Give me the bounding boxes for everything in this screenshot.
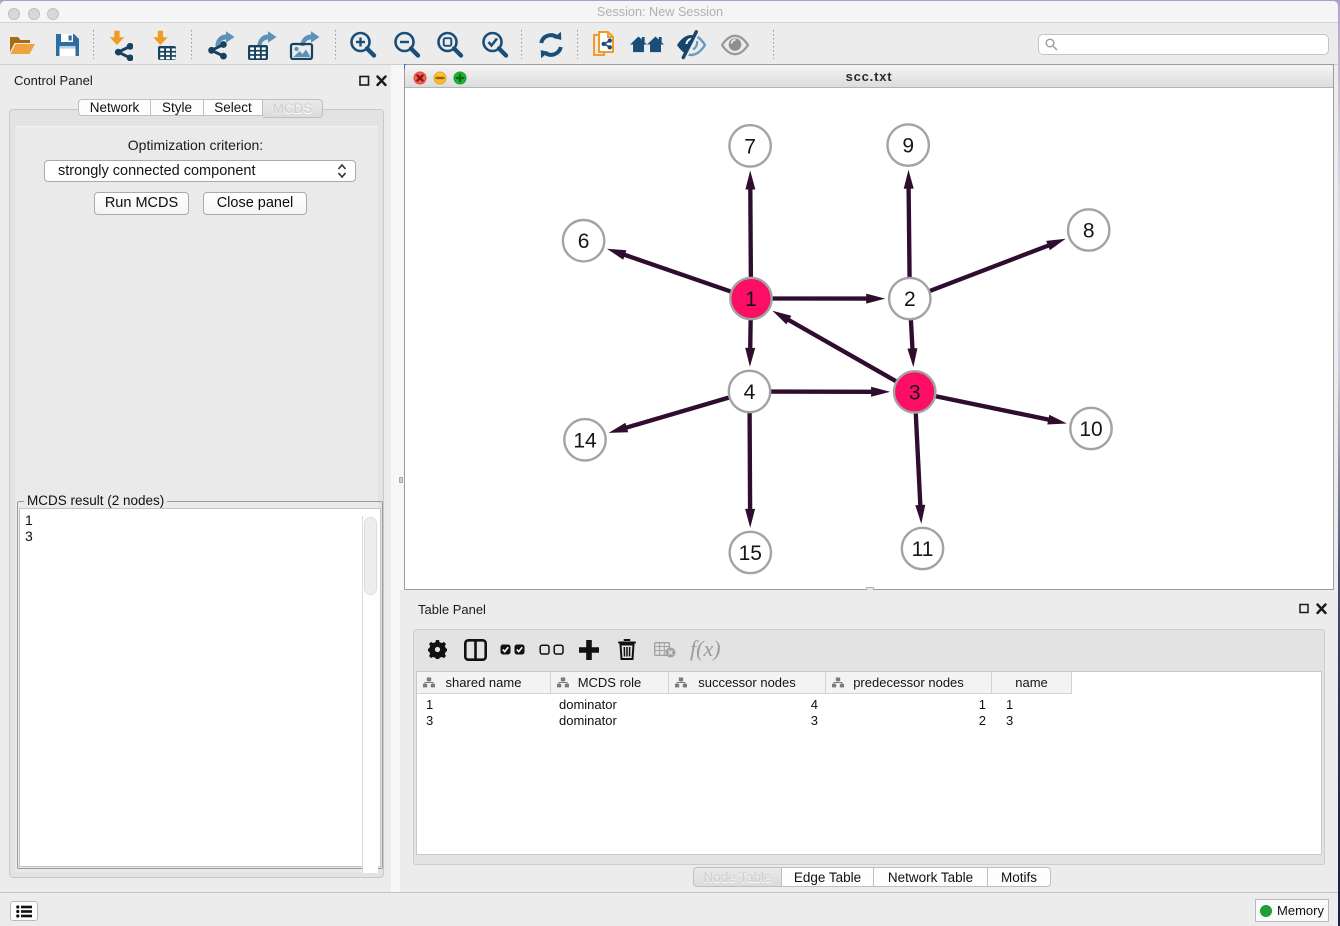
svg-text:10: 10 <box>1079 418 1102 441</box>
svg-text:3: 3 <box>909 381 921 404</box>
svg-text:8: 8 <box>1083 220 1095 243</box>
svg-text:14: 14 <box>573 429 597 452</box>
svg-text:9: 9 <box>902 135 914 158</box>
svg-text:11: 11 <box>912 538 934 561</box>
svg-text:15: 15 <box>739 542 762 565</box>
svg-text:7: 7 <box>744 135 756 158</box>
svg-text:1: 1 <box>745 288 757 311</box>
svg-text:4: 4 <box>744 381 756 404</box>
svg-text:6: 6 <box>578 230 590 253</box>
svg-text:2: 2 <box>904 288 916 311</box>
